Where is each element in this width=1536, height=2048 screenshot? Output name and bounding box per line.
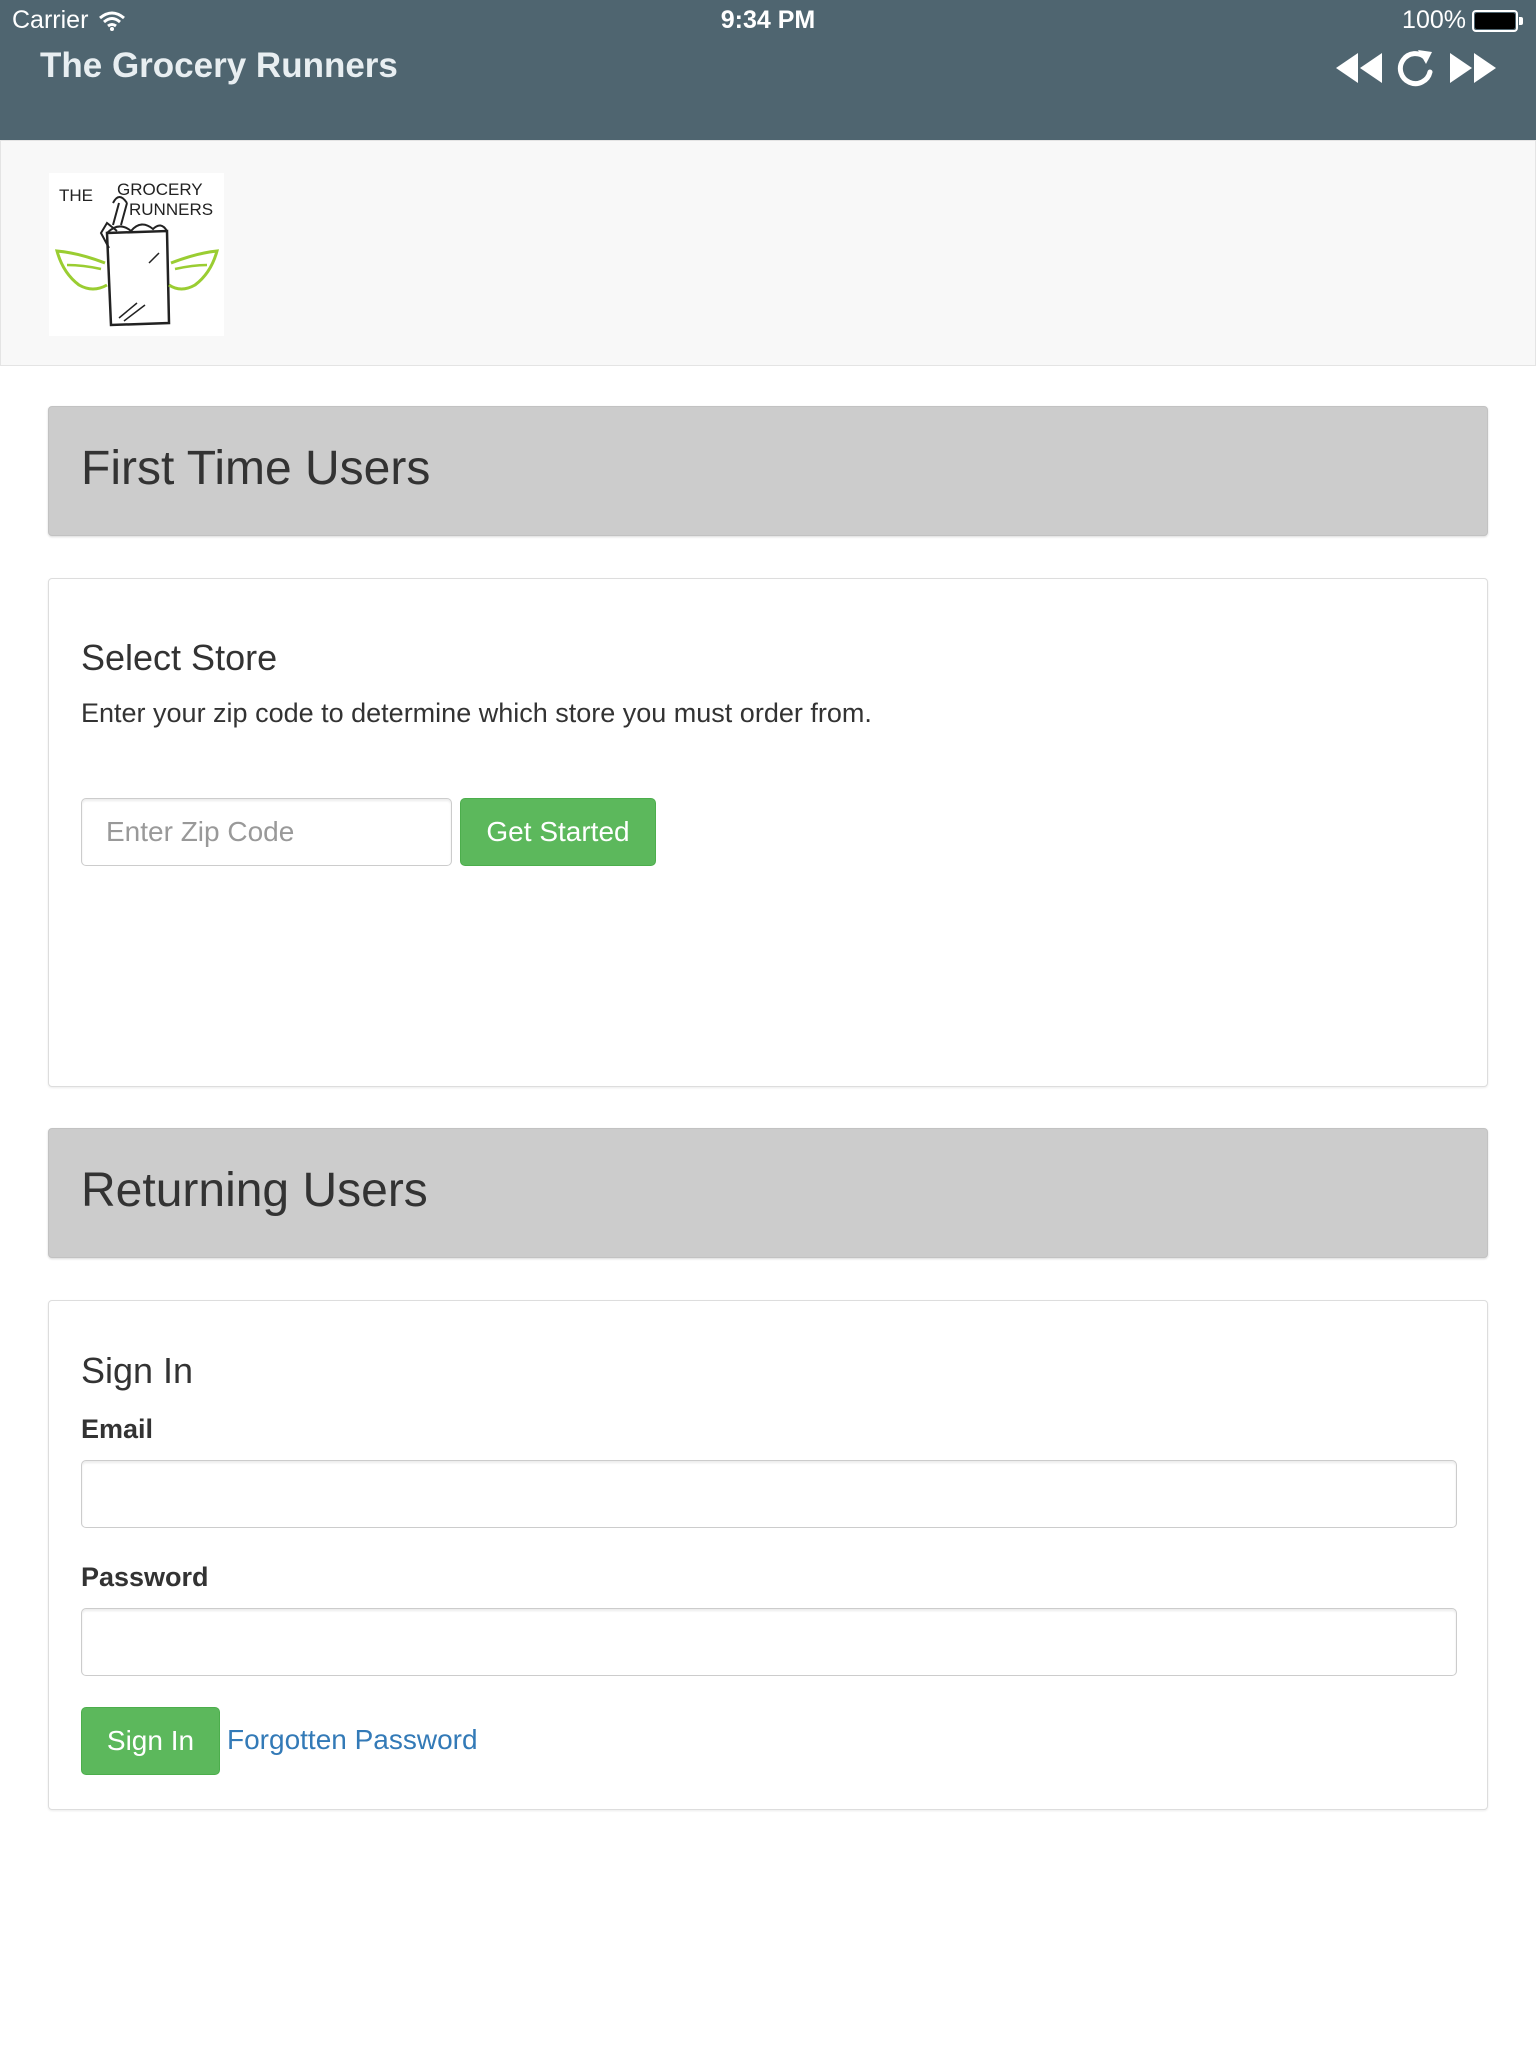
rewind-icon[interactable]	[1334, 51, 1384, 85]
app-bar: Carrier 9:34 PM 100% The Grocery Runners	[0, 0, 1536, 140]
logo-text-the: THE	[59, 186, 93, 205]
select-store-panel: Select Store Enter your zip code to dete…	[48, 578, 1488, 1087]
logo-header: THE GROCERY RUNNERS	[0, 140, 1536, 366]
sign-in-panel: Sign In Email Password Sign In Forgotten…	[48, 1300, 1488, 1810]
email-label: Email	[81, 1414, 154, 1444]
logo-text-runners: RUNNERS	[129, 200, 213, 219]
sign-in-title: Sign In	[81, 1350, 194, 1391]
email-field[interactable]	[81, 1460, 1457, 1528]
password-label: Password	[81, 1562, 209, 1592]
logo-text-grocery: GROCERY	[117, 180, 203, 199]
battery-percent: 100%	[1402, 6, 1466, 34]
returning-users-heading: Returning Users	[48, 1128, 1488, 1258]
refresh-icon[interactable]	[1396, 46, 1436, 90]
grocery-bag-logo-icon: THE GROCERY RUNNERS	[54, 180, 220, 327]
status-time: 9:34 PM	[720, 6, 816, 34]
get-started-button[interactable]: Get Started	[460, 798, 656, 866]
nav-controls	[1334, 46, 1498, 90]
sign-in-button[interactable]: Sign In	[81, 1707, 220, 1775]
battery-icon	[1472, 9, 1524, 32]
brand-logo[interactable]: THE GROCERY RUNNERS	[49, 173, 224, 336]
first-time-users-title: First Time Users	[81, 442, 431, 495]
fast-forward-icon[interactable]	[1448, 51, 1498, 85]
select-store-description: Enter your zip code to determine which s…	[81, 698, 872, 728]
zip-code-input[interactable]	[81, 798, 452, 866]
first-time-users-heading: First Time Users	[48, 406, 1488, 536]
password-field[interactable]	[81, 1608, 1457, 1676]
app-title: The Grocery Runners	[40, 46, 398, 85]
status-battery: 100%	[1402, 6, 1524, 35]
forgotten-password-link[interactable]: Forgotten Password	[227, 1724, 478, 1756]
select-store-title: Select Store	[81, 637, 278, 678]
returning-users-title: Returning Users	[81, 1164, 428, 1217]
